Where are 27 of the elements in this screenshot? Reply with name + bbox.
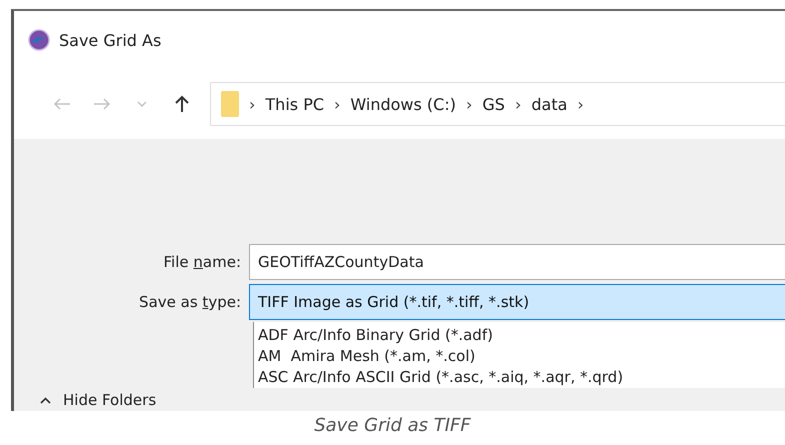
breadcrumb-separator[interactable]: › — [577, 94, 584, 114]
back-arrow-icon — [53, 98, 71, 110]
address-bar[interactable]: › This PC › Windows (C:) › GS › data › — [210, 82, 785, 126]
breadcrumb-separator: › — [334, 94, 340, 114]
file-type-dropdown[interactable]: TIFF Image as Grid (*.tif, *.tiff, *.stk) — [249, 284, 785, 320]
file-name-field[interactable]: GEOTiffAZCountyData — [249, 244, 785, 280]
breadcrumb[interactable]: Windows (C:) — [350, 94, 456, 114]
breadcrumb[interactable]: GS — [482, 94, 505, 114]
dropdown-option[interactable]: ADF Arc/Info Binary Grid (*.adf) — [254, 325, 785, 346]
app-logo-icon — [28, 29, 50, 51]
dropdown-option[interactable]: ASC Arc/Info ASCII Grid (*.asc, *.aiq, *.aqr, *.qrd) — [254, 367, 785, 388]
figure-caption: Save Grid as TIFF — [313, 415, 472, 436]
breadcrumb-separator: › — [249, 94, 256, 114]
breadcrumb[interactable]: This PC — [265, 94, 324, 114]
chevron-down-icon — [137, 101, 147, 107]
up-arrow-icon — [175, 95, 189, 113]
window-title: Save Grid As — [59, 30, 162, 50]
field-label: File name: — [162, 253, 242, 271]
breadcrumb-separator: › — [466, 94, 472, 114]
caret-up-icon — [40, 396, 51, 404]
folder-icon — [221, 91, 239, 117]
field-label: Save as type: — [138, 293, 242, 311]
breadcrumb[interactable]: data — [531, 94, 568, 114]
breadcrumb-separator: › — [514, 94, 522, 114]
hide-folders-button[interactable]: Hide Folders — [40, 391, 156, 409]
dropdown-option[interactable]: AM Amira Mesh (*.am, *.col) — [254, 346, 785, 367]
forward-arrow-icon — [93, 98, 111, 110]
